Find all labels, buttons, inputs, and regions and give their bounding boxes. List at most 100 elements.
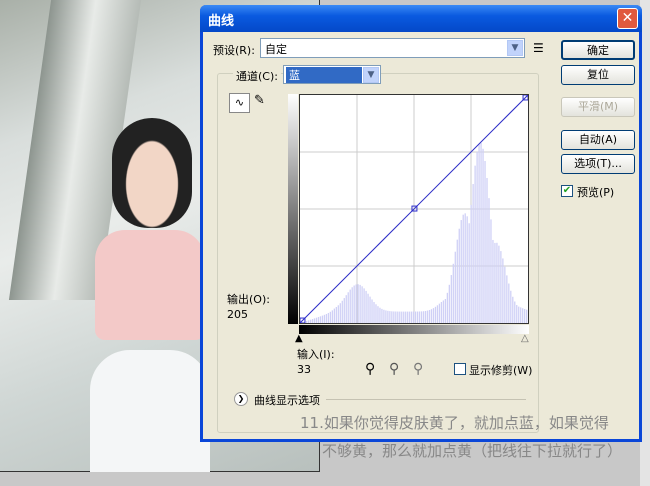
- caption-line-2: 不够黄，那么就加点黄（把线往下拉就行了）: [322, 442, 623, 460]
- histogram-bar: [341, 300, 343, 323]
- histogram-bar: [420, 311, 423, 323]
- channel-label: 通道(C):: [233, 68, 281, 84]
- histogram-bar: [337, 305, 339, 323]
- white-point-slider[interactable]: △: [521, 333, 529, 344]
- histogram-bar: [430, 309, 433, 323]
- preview-checkbox[interactable]: ✔: [561, 185, 573, 197]
- histogram-bar: [365, 290, 367, 323]
- histogram-bar: [478, 143, 480, 323]
- histogram-bar: [458, 228, 460, 323]
- black-eyedropper-icon[interactable]: ⚲: [365, 361, 375, 377]
- histogram-bar: [424, 310, 427, 323]
- histogram-bar: [373, 302, 375, 323]
- histogram-bar: [413, 311, 415, 323]
- histogram-bar: [343, 298, 345, 323]
- caption-line-1: 11.如果你觉得皮肤黄了，就加点蓝，如果觉得: [300, 414, 609, 432]
- histogram-bar: [315, 317, 318, 323]
- histogram-bar: [490, 219, 492, 323]
- histogram-bar: [393, 311, 395, 323]
- histogram-bar: [468, 223, 470, 323]
- histogram-bar: [518, 306, 520, 323]
- histogram-bar: [325, 313, 328, 323]
- histogram-bar: [492, 239, 494, 323]
- histogram-bar: [383, 309, 385, 323]
- expand-chevron-icon[interactable]: ❯: [234, 392, 248, 406]
- preset-menu-icon[interactable]: ☰: [533, 41, 544, 55]
- histogram-bar: [486, 178, 488, 323]
- channel-select[interactable]: 蓝 ▼: [283, 65, 381, 84]
- histogram-bar: [524, 309, 526, 323]
- smooth-button[interactable]: 平滑(M): [561, 97, 635, 117]
- histogram-bar: [329, 311, 332, 323]
- title-bar[interactable]: 曲线 ✕: [200, 5, 642, 32]
- histogram-bar: [446, 292, 449, 323]
- histogram-bar: [472, 184, 474, 323]
- output-label: 输出(O):: [227, 293, 270, 306]
- histogram-bar: [432, 308, 435, 323]
- output-gradient: [288, 94, 298, 324]
- input-label: 输入(I):: [297, 348, 335, 361]
- black-point-slider[interactable]: ▲: [295, 333, 303, 344]
- histogram-bar: [369, 296, 371, 323]
- histogram-bar: [361, 286, 363, 323]
- histogram-bar: [405, 311, 407, 323]
- histogram-bar: [403, 311, 405, 323]
- histogram-bar: [357, 284, 359, 323]
- input-gradient: [299, 325, 529, 334]
- show-clipping-checkbox[interactable]: [454, 363, 466, 375]
- histogram-bar: [387, 310, 389, 323]
- output-value[interactable]: 205: [227, 308, 248, 321]
- histogram-bar: [323, 314, 326, 323]
- close-button[interactable]: ✕: [617, 8, 638, 29]
- histogram-bar: [355, 284, 357, 323]
- histogram-bar: [450, 275, 452, 323]
- histogram-bar: [309, 319, 312, 323]
- curve-options-label[interactable]: 曲线显示选项: [254, 392, 320, 408]
- histogram-bar: [442, 300, 445, 323]
- histogram-bar: [520, 307, 522, 323]
- photo-legs: [90, 350, 210, 472]
- curve-tool-icon[interactable]: ∿: [229, 93, 250, 113]
- curve-graph[interactable]: [299, 94, 529, 324]
- histogram-bar: [482, 148, 484, 323]
- preset-select[interactable]: 自定 ▼: [260, 38, 525, 58]
- histogram-bar: [381, 308, 383, 323]
- histogram-bar: [307, 320, 310, 323]
- histogram-bar: [526, 309, 528, 323]
- divider: [326, 399, 526, 400]
- histogram-bar: [460, 220, 462, 323]
- histogram-bar: [496, 242, 498, 323]
- histogram-bar: [317, 317, 320, 323]
- gray-eyedropper-icon[interactable]: ⚲: [389, 361, 399, 377]
- histogram-bar: [359, 284, 361, 323]
- histogram-bar: [363, 288, 365, 323]
- histogram-bar: [462, 214, 464, 323]
- histogram-bar: [456, 239, 458, 323]
- white-eyedropper-icon[interactable]: ⚲: [413, 361, 423, 377]
- ok-button[interactable]: 确定: [561, 40, 635, 60]
- histogram-bar: [506, 275, 508, 323]
- histogram-bar: [409, 311, 411, 323]
- auto-button[interactable]: 自动(A): [561, 130, 635, 150]
- histogram-bar: [480, 142, 482, 323]
- preview-label: 预览(P): [577, 186, 615, 199]
- reset-button[interactable]: 复位: [561, 65, 635, 85]
- histogram-bar: [351, 287, 353, 323]
- histogram-bar: [347, 292, 349, 323]
- histogram-bar: [512, 296, 514, 323]
- input-value[interactable]: 33: [297, 363, 311, 376]
- histogram-bar: [345, 295, 347, 323]
- histogram-bar: [349, 289, 351, 323]
- histogram-bar: [411, 311, 413, 323]
- pencil-tool-icon[interactable]: ✎: [254, 93, 265, 108]
- histogram-bar: [494, 242, 496, 323]
- histogram-bar: [476, 151, 478, 323]
- histogram-bar: [385, 310, 387, 323]
- histogram-bar: [436, 305, 439, 323]
- options-button[interactable]: 选项(T)...: [561, 154, 635, 174]
- histogram-bar: [488, 198, 490, 323]
- histogram-bar: [504, 266, 506, 323]
- histogram-bar: [444, 299, 447, 323]
- histogram-bar: [508, 283, 510, 323]
- histogram-bar: [401, 311, 403, 323]
